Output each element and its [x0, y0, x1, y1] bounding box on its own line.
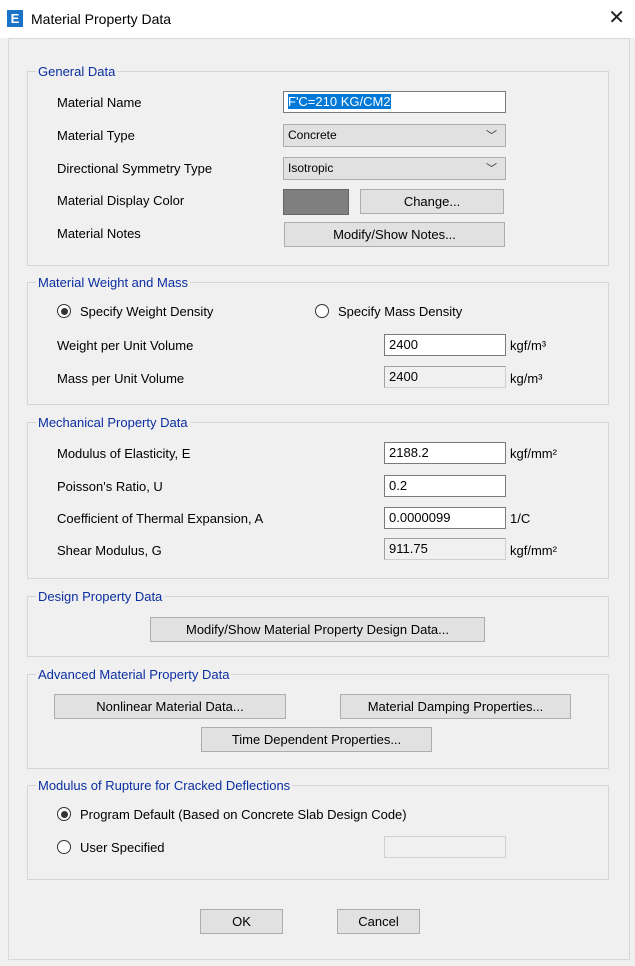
material-name-input[interactable]: F'C=210 KG/CM2 — [283, 91, 506, 113]
color-swatch — [283, 189, 349, 215]
thermal-expansion-label: Coefficient of Thermal Expansion, A — [57, 511, 264, 526]
thermal-expansion-unit: 1/C — [510, 511, 531, 526]
shear-modulus-unit: kgf/mm² — [510, 543, 557, 558]
shear-modulus-field: 911.75 — [384, 538, 506, 560]
cancel-button[interactable]: Cancel — [337, 909, 420, 934]
user-specified-label: User Specified — [80, 840, 165, 855]
specify-weight-label: Specify Weight Density — [80, 304, 214, 319]
damping-properties-button[interactable]: Material Damping Properties... — [340, 694, 571, 719]
material-type-select[interactable]: Concrete ﹀ — [283, 124, 506, 147]
chevron-down-icon: ﹀ — [486, 163, 497, 175]
radio-selected-dot — [60, 810, 68, 818]
display-color-label: Material Display Color — [57, 193, 185, 208]
general-data-legend: General Data — [38, 64, 116, 79]
poisson-ratio-input[interactable]: 0.2 — [384, 475, 506, 497]
weight-unit: kgf/m³ — [510, 338, 547, 353]
mechanical-legend: Mechanical Property Data — [38, 415, 188, 430]
nonlinear-data-button[interactable]: Nonlinear Material Data... — [54, 694, 286, 719]
symmetry-type-label: Directional Symmetry Type — [57, 161, 213, 176]
radio-selected-dot — [60, 307, 68, 315]
design-data-button[interactable]: Modify/Show Material Property Design Dat… — [150, 617, 485, 642]
design-property-legend: Design Property Data — [38, 589, 163, 604]
symmetry-type-select[interactable]: Isotropic ﹀ — [283, 157, 506, 180]
specify-mass-label: Specify Mass Density — [338, 304, 463, 319]
material-type-label: Material Type — [57, 128, 135, 143]
weight-per-volume-label: Weight per Unit Volume — [57, 338, 194, 353]
time-dependent-button[interactable]: Time Dependent Properties... — [201, 727, 432, 752]
rupture-legend: Modulus of Rupture for Cracked Deflectio… — [38, 778, 291, 793]
thermal-expansion-input[interactable]: 0.0000099 — [384, 507, 506, 529]
modify-notes-button[interactable]: Modify/Show Notes... — [284, 222, 505, 247]
user-specified-radio[interactable] — [57, 840, 71, 854]
close-icon[interactable]: ✕ — [608, 6, 625, 30]
weight-mass-legend: Material Weight and Mass — [38, 275, 189, 290]
specify-weight-radio[interactable] — [57, 304, 71, 318]
mass-per-volume-field: 2400 — [384, 366, 506, 388]
user-specified-field — [384, 836, 506, 858]
modulus-elasticity-label: Modulus of Elasticity, E — [57, 446, 191, 461]
rupture-group: Modulus of Rupture for Cracked Deflectio… — [27, 778, 609, 880]
advanced-property-legend: Advanced Material Property Data — [38, 667, 230, 682]
material-name-label: Material Name — [57, 95, 142, 110]
program-default-label: Program Default (Based on Concrete Slab … — [80, 807, 407, 822]
specify-mass-radio[interactable] — [315, 304, 329, 318]
material-notes-label: Material Notes — [57, 226, 141, 241]
modulus-elasticity-input[interactable]: 2188.2 — [384, 442, 506, 464]
app-icon: E — [7, 10, 23, 27]
modulus-elasticity-unit: kgf/mm² — [510, 446, 557, 461]
shear-modulus-label: Shear Modulus, G — [57, 543, 162, 558]
symmetry-type-value: Isotropic — [288, 161, 334, 175]
ok-button[interactable]: OK — [200, 909, 283, 934]
mass-per-volume-label: Mass per Unit Volume — [57, 371, 185, 386]
chevron-down-icon: ﹀ — [486, 130, 497, 142]
poisson-ratio-label: Poisson's Ratio, U — [57, 479, 163, 494]
material-type-value: Concrete — [288, 128, 337, 142]
mass-unit: kg/m³ — [510, 371, 543, 386]
program-default-radio[interactable] — [57, 807, 71, 821]
window-title: Material Property Data — [31, 11, 172, 27]
weight-per-volume-input[interactable]: 2400 — [384, 334, 506, 356]
title-bar: E Material Property Data ✕ — [0, 0, 635, 38]
change-color-button[interactable]: Change... — [360, 189, 504, 214]
